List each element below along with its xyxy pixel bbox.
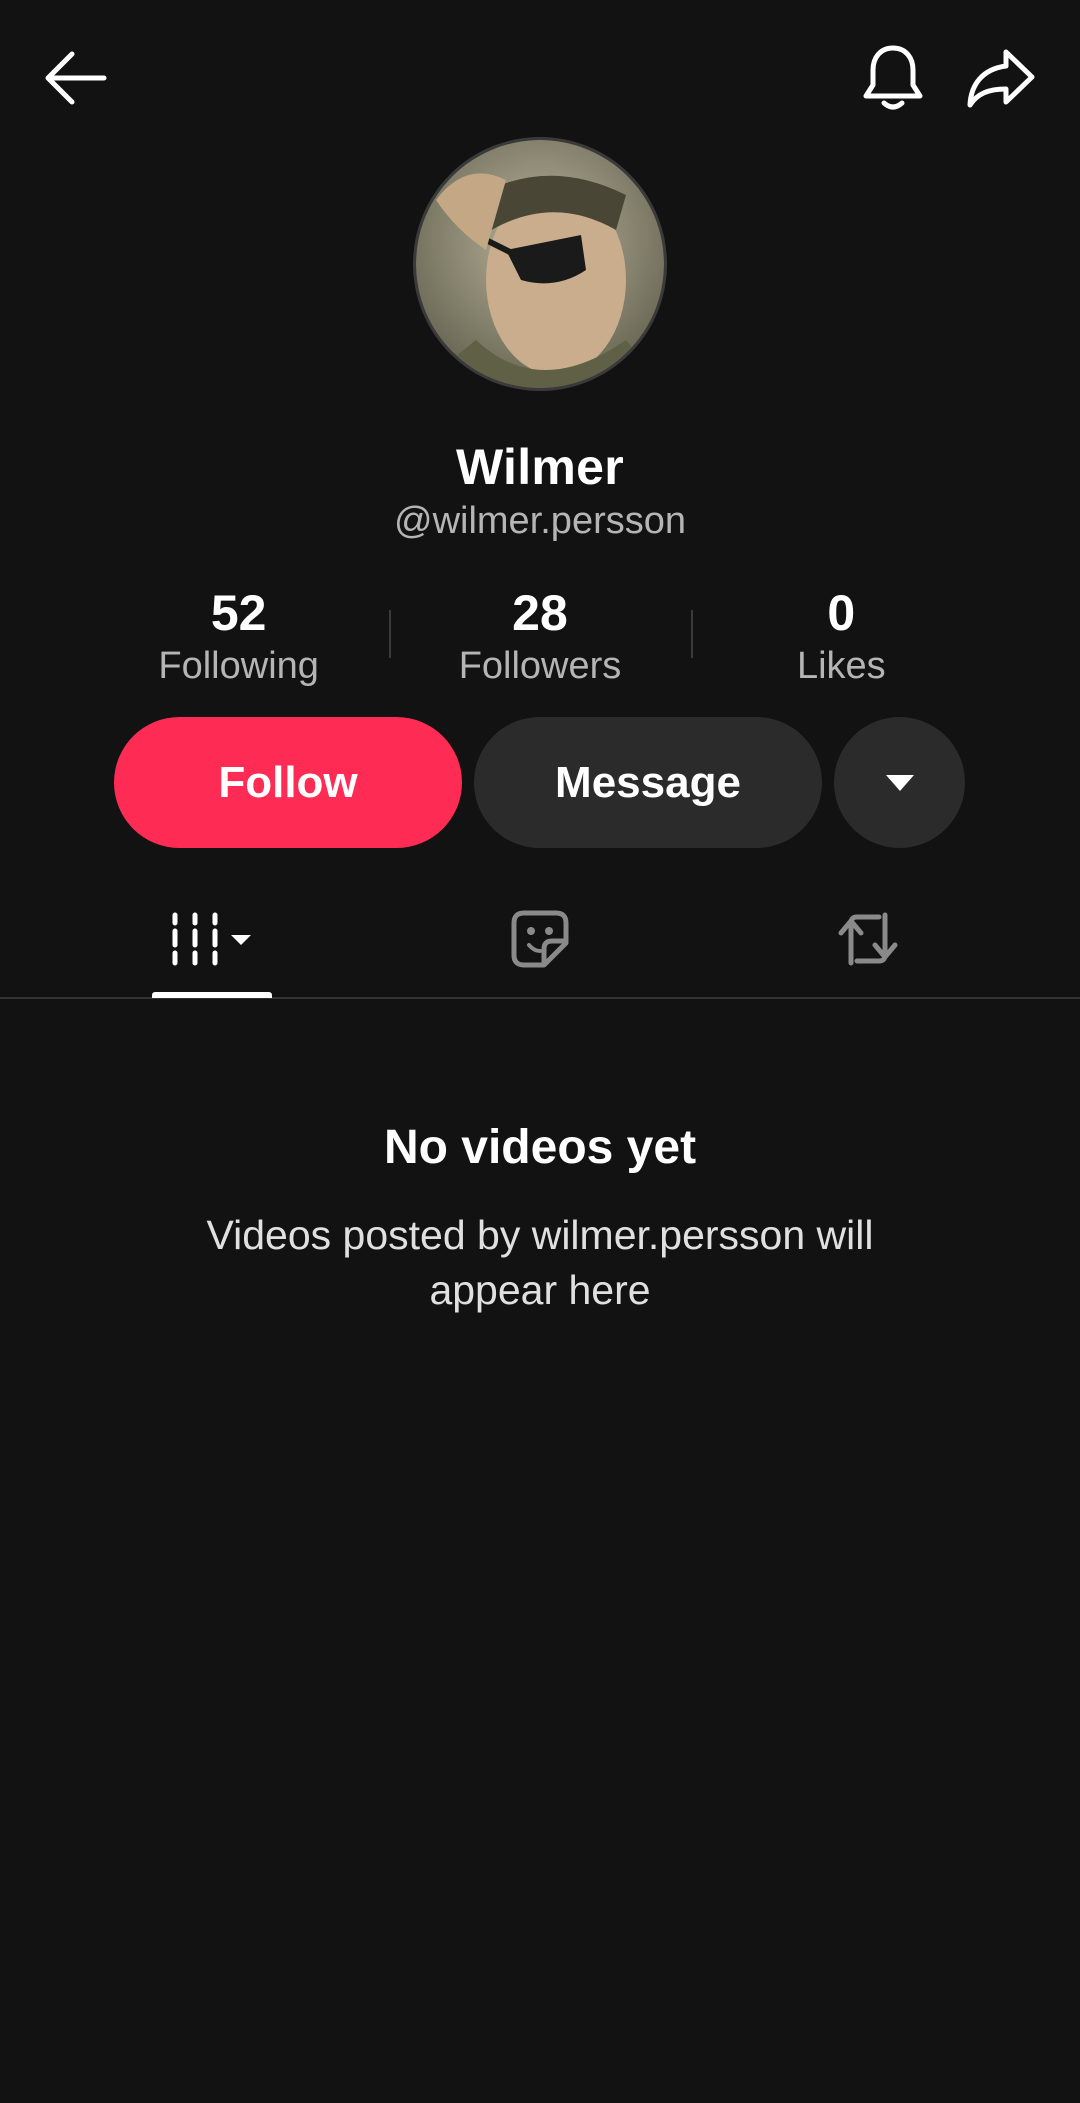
stat-value: 28 (512, 585, 568, 641)
caret-down-icon (885, 774, 914, 791)
sticker-icon (511, 910, 569, 967)
notification-bell-button[interactable] (848, 33, 938, 123)
tab-liked[interactable] (480, 880, 600, 997)
top-bar (0, 0, 1080, 160)
display-name: Wilmer (455, 439, 625, 495)
username: @wilmer.persson (394, 500, 686, 542)
stat-label: Likes (796, 645, 886, 687)
bell-icon (863, 45, 923, 110)
stat-label: Following (158, 645, 319, 687)
profile-page: Wilmer @wilmer.persson 52 Following 28 F… (0, 0, 1080, 2103)
suggested-accounts-button[interactable] (834, 717, 965, 848)
stats-row: 52 Following 28 Followers 0 Likes (88, 580, 992, 690)
message-button[interactable]: Message (474, 717, 822, 848)
share-arrow-icon (967, 49, 1035, 108)
follow-button[interactable]: Follow (114, 717, 462, 848)
content-tabs (0, 880, 1080, 999)
stat-following[interactable]: 52 Following (88, 580, 389, 690)
back-button[interactable] (30, 33, 120, 123)
tab-reposts[interactable] (808, 880, 928, 997)
tab-videos[interactable] (152, 880, 272, 997)
grid-icon (172, 912, 251, 965)
share-button[interactable] (956, 33, 1046, 123)
empty-state-description: Videos posted by wilmer.persson will app… (206, 1212, 874, 1313)
empty-state-title: No videos yet (383, 1121, 697, 1174)
back-arrow-icon (45, 51, 107, 105)
avatar[interactable] (413, 137, 667, 391)
stat-value: 0 (827, 585, 856, 641)
stat-likes[interactable]: 0 Likes (690, 580, 992, 690)
stat-label: Followers (458, 645, 622, 687)
stat-followers[interactable]: 28 Followers (389, 580, 690, 690)
avatar-image (416, 140, 664, 388)
active-tab-indicator (152, 992, 272, 998)
repost-icon (838, 912, 898, 965)
profile-actions: Follow Message (114, 717, 966, 848)
stat-value: 52 (210, 585, 267, 641)
